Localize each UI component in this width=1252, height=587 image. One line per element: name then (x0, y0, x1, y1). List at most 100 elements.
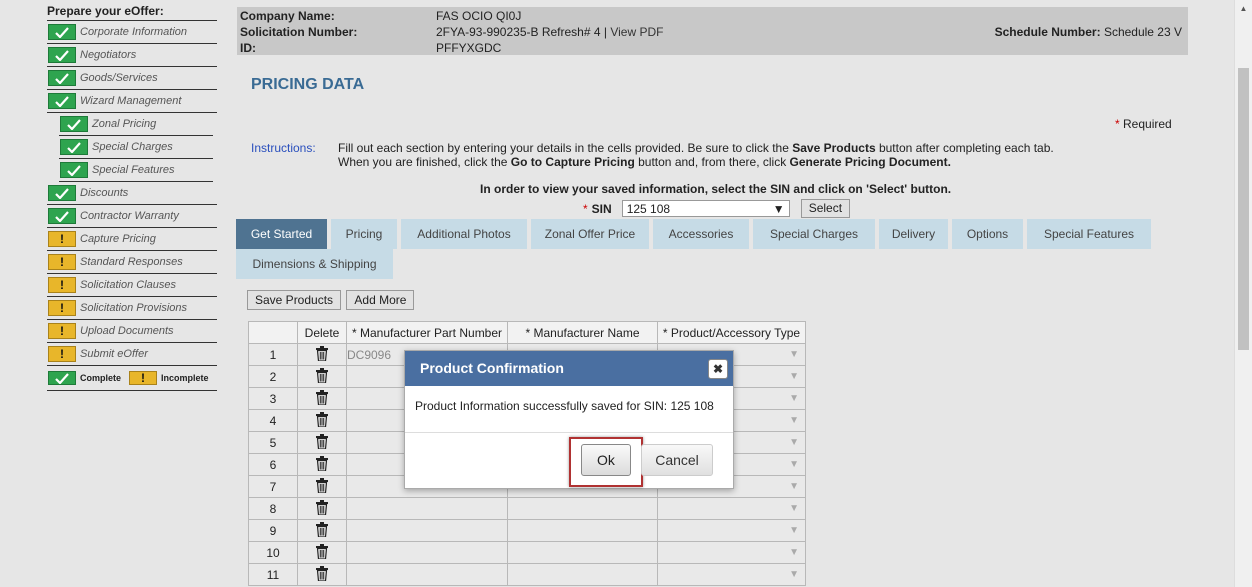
page-scrollbar[interactable]: ▲ (1234, 0, 1252, 587)
part-number-cell[interactable] (346, 497, 508, 520)
sin-selector: * SIN 125 108 ▼ Select (583, 199, 851, 218)
ok-button[interactable]: Ok (581, 444, 631, 476)
manufacturer-name-cell[interactable] (507, 563, 658, 586)
trash-icon[interactable] (297, 387, 347, 410)
instructions-label: Instructions: (251, 141, 316, 155)
complete-check-icon (48, 93, 76, 109)
instr-text-2a: When you are finished, click the (338, 155, 511, 169)
complete-check-icon (48, 371, 76, 385)
id-label: ID: (240, 41, 256, 55)
sidebar-item[interactable]: Special Charges (59, 136, 213, 159)
sidebar-item[interactable]: Discounts (47, 182, 217, 205)
sidebar-item[interactable]: ! Solicitation Clauses (47, 274, 217, 297)
product-type-cell[interactable]: ▼ (657, 541, 806, 564)
sidebar-item[interactable]: Zonal Pricing (59, 113, 213, 136)
col-product-type: * Product/Accessory Type (657, 321, 806, 344)
chevron-down-icon: ▼ (789, 393, 799, 404)
solicitation-number-value: 2FYA-93-990235-B Refresh# 4 | (436, 25, 607, 39)
row-number: 8 (248, 497, 298, 520)
sidebar-item[interactable]: ! Standard Responses (47, 251, 217, 274)
sidebar-item[interactable]: Special Features (59, 159, 213, 182)
trash-icon[interactable] (297, 563, 347, 586)
sidebar-item[interactable]: ! Solicitation Provisions (47, 297, 217, 320)
trash-icon[interactable] (297, 519, 347, 542)
schedule-number-value: Schedule 23 V (1103, 25, 1182, 39)
trash-icon[interactable] (297, 497, 347, 520)
chevron-down-icon: ▼ (772, 201, 785, 216)
solicitation-number-label: Solicitation Number: (240, 25, 358, 39)
col-delete: Delete (297, 321, 347, 344)
tab-accessories[interactable]: Accessories (653, 219, 749, 249)
tab-delivery[interactable]: Delivery (879, 219, 948, 249)
scroll-up-icon[interactable]: ▲ (1235, 0, 1252, 17)
complete-check-icon (60, 139, 88, 155)
trash-icon[interactable] (297, 431, 347, 454)
sidebar-item[interactable]: ! Upload Documents (47, 320, 217, 343)
tab-pricing[interactable]: Pricing (331, 219, 397, 249)
sidebar-item[interactable]: Corporate Information (47, 21, 217, 44)
close-icon[interactable]: ✖ (708, 359, 728, 379)
dialog-footer: Ok Cancel (405, 433, 733, 487)
tab-additional-photos[interactable]: Additional Photos (401, 219, 527, 249)
sidebar-item[interactable]: Goods/Services (47, 67, 217, 90)
sidebar-item[interactable]: Wizard Management (47, 90, 217, 113)
manufacturer-name-cell[interactable] (507, 519, 658, 542)
sidebar-item[interactable]: ! Submit eOffer (47, 343, 217, 366)
company-name-value: FAS OCIO QI0J (436, 9, 522, 23)
manufacturer-name-cell[interactable] (507, 497, 658, 520)
sidebar-item-label: Submit eOffer (80, 348, 148, 360)
scrollbar-thumb[interactable] (1238, 68, 1249, 350)
sidebar-item-label: Contractor Warranty (80, 210, 179, 222)
complete-check-icon (60, 162, 88, 178)
save-products-button[interactable]: Save Products (247, 290, 342, 310)
tab-zonal-offer-price[interactable]: Zonal Offer Price (531, 219, 649, 249)
sidebar-item-label: Solicitation Provisions (80, 302, 187, 314)
tab-dimensions-shipping[interactable]: Dimensions & Shipping (236, 249, 393, 279)
dialog-message: Product Information successfully saved f… (405, 386, 733, 433)
trash-icon[interactable] (297, 343, 347, 366)
part-number-cell[interactable] (346, 563, 508, 586)
tab-special-charges[interactable]: Special Charges (753, 219, 875, 249)
instr-text-1c: button after completing each tab. (875, 141, 1054, 155)
tab-get-started[interactable]: Get Started (236, 219, 327, 249)
trash-icon[interactable] (297, 453, 347, 476)
trash-icon[interactable] (297, 541, 347, 564)
trash-icon[interactable] (297, 409, 347, 432)
part-number-cell[interactable] (346, 519, 508, 542)
tab-options[interactable]: Options (952, 219, 1023, 249)
product-type-cell[interactable]: ▼ (657, 563, 806, 586)
sidebar-item-label: Special Charges (92, 141, 173, 153)
trash-icon[interactable] (297, 475, 347, 498)
part-number-cell[interactable] (346, 541, 508, 564)
sin-note: In order to view your saved information,… (480, 182, 952, 196)
sidebar-item-label: Discounts (80, 187, 129, 199)
sidebar-item[interactable]: ! Capture Pricing (47, 228, 217, 251)
row-number: 11 (248, 563, 298, 586)
row-number: 2 (248, 365, 298, 388)
sidebar-item-label: Corporate Information (80, 26, 187, 38)
sidebar-item[interactable]: Negotiators (47, 44, 217, 67)
incomplete-warning-icon: ! (48, 323, 76, 339)
manufacturer-name-cell[interactable] (507, 541, 658, 564)
table-row: 11 ▼ (248, 563, 806, 586)
add-more-button[interactable]: Add More (346, 290, 415, 310)
table-actions: Save Products Add More (247, 290, 416, 310)
chevron-down-icon: ▼ (789, 481, 799, 492)
product-type-cell[interactable]: ▼ (657, 497, 806, 520)
table-row: 8 ▼ (248, 497, 806, 520)
table-row: 9 ▼ (248, 519, 806, 542)
sin-dropdown-value: 125 108 (626, 201, 671, 216)
table-header-row: Delete * Manufacturer Part Number * Manu… (248, 321, 806, 344)
product-type-cell[interactable]: ▼ (657, 519, 806, 542)
tab-special-features[interactable]: Special Features (1027, 219, 1151, 249)
select-button[interactable]: Select (800, 199, 851, 218)
sidebar-item-label: Negotiators (80, 49, 137, 61)
cancel-button[interactable]: Cancel (641, 444, 713, 476)
trash-icon[interactable] (297, 365, 347, 388)
sidebar-item[interactable]: Contractor Warranty (47, 205, 217, 228)
dialog-title: Product Confirmation (420, 360, 564, 376)
instr-text-2b: Go to Capture Pricing (510, 155, 635, 169)
view-pdf-link[interactable]: View PDF (610, 25, 663, 39)
sin-dropdown[interactable]: 125 108 ▼ (621, 200, 790, 217)
sidebar-item-label: Special Features (92, 164, 175, 176)
